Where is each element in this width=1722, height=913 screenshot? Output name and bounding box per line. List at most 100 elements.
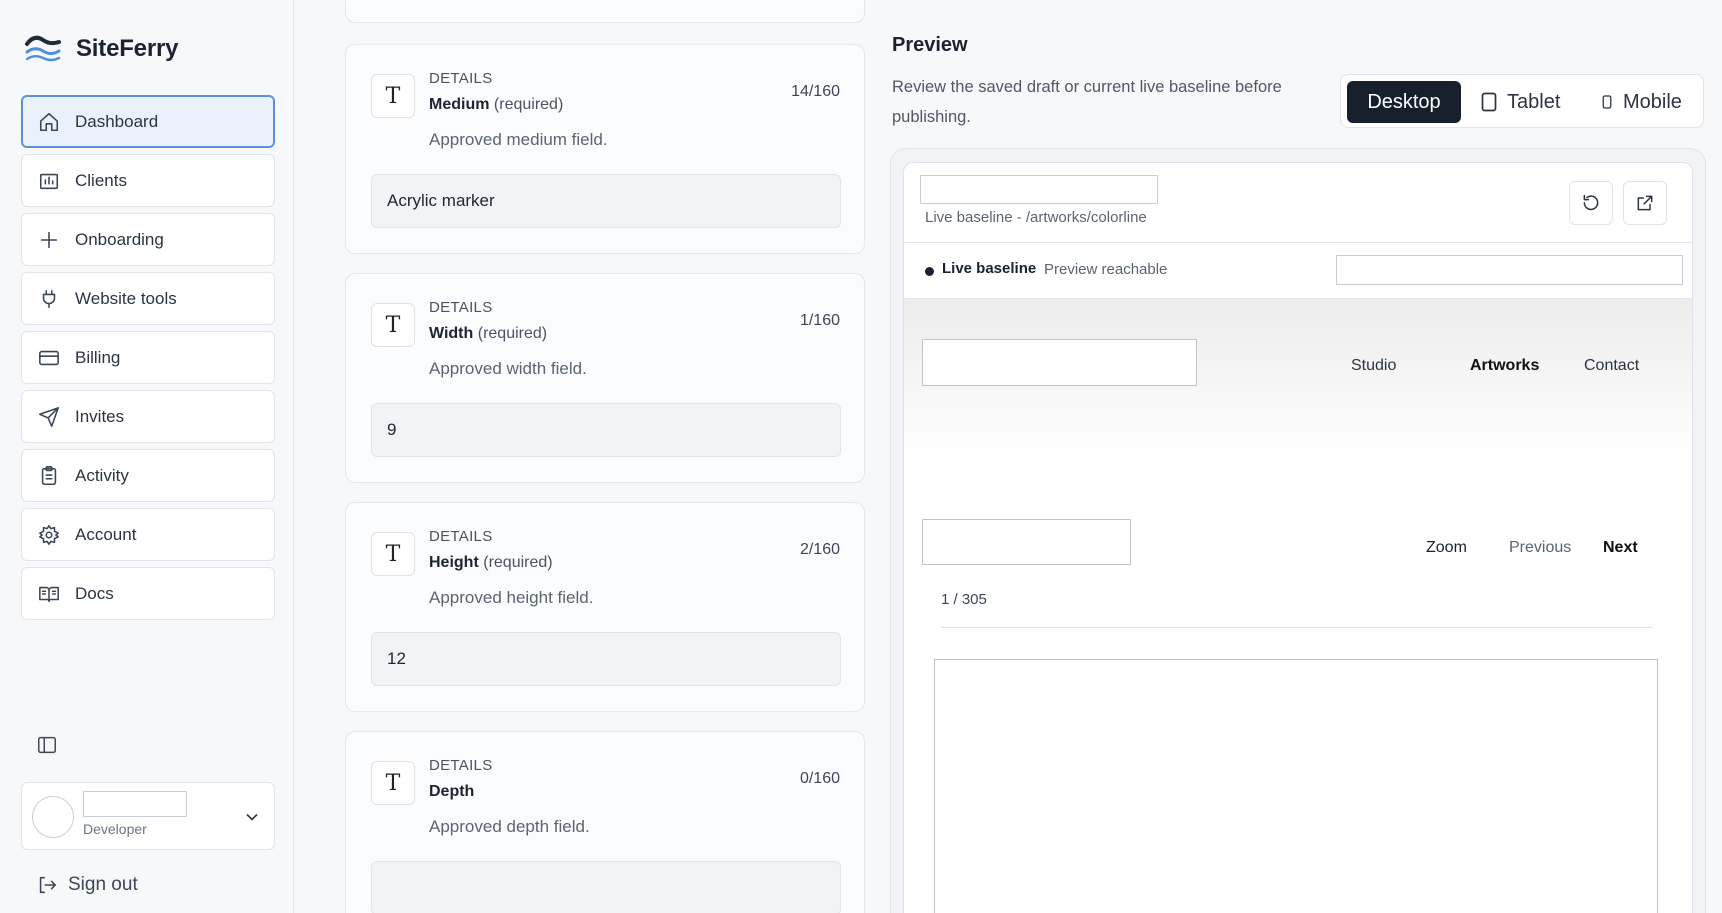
field-label: Height (required): [429, 554, 553, 572]
artwork-image-placeholder: [934, 659, 1658, 913]
site-nav-studio[interactable]: Studio: [1351, 357, 1396, 375]
sidebar-item-activity[interactable]: Activity: [21, 449, 275, 502]
refresh-button[interactable]: [1569, 181, 1613, 225]
device-desktop-button[interactable]: Desktop: [1347, 81, 1461, 123]
card-icon: [39, 350, 59, 365]
field-description: Approved depth field.: [429, 817, 590, 836]
gear-icon: [39, 524, 59, 545]
home-icon: [39, 112, 59, 131]
brand-name: SiteFerry: [76, 35, 179, 62]
device-tablet-label: Tablet: [1507, 90, 1561, 113]
mobile-icon: [1602, 95, 1612, 109]
text-type-icon: T: [371, 74, 415, 118]
tablet-icon: [1481, 92, 1497, 112]
sidebar-item-onboarding[interactable]: Onboarding: [21, 213, 275, 266]
sign-out-label: Sign out: [68, 874, 138, 895]
field-card-width: T DETAILS Width (required) 1/160 Approve…: [345, 273, 865, 483]
site-title-placeholder: [922, 519, 1131, 565]
field-label: Depth: [429, 783, 474, 801]
sidebar: SiteFerry Dashboard Clients Onboarding W…: [0, 0, 294, 913]
user-role: Developer: [83, 821, 147, 837]
char-count: 1/160: [799, 312, 840, 329]
sidebar-item-label: Billing: [75, 347, 121, 367]
sidebar-item-docs[interactable]: Docs: [21, 567, 275, 620]
device-tablet-button[interactable]: Tablet: [1481, 81, 1581, 123]
depth-input[interactable]: [371, 861, 841, 913]
device-desktop-label: Desktop: [1367, 90, 1441, 113]
plus-icon: [40, 231, 58, 248]
wave-icon: [25, 35, 61, 62]
site-nav-contact[interactable]: Contact: [1584, 357, 1639, 375]
text-type-icon: T: [371, 761, 415, 805]
medium-input[interactable]: Acrylic marker: [371, 174, 841, 228]
sidebar-item-clients[interactable]: Clients: [21, 154, 275, 207]
user-name-placeholder: [83, 791, 187, 817]
field-label: Medium (required): [429, 96, 563, 114]
sidebar-nav: Dashboard Clients Onboarding Website too…: [21, 95, 275, 626]
status-detail: Preview reachable: [1044, 261, 1168, 278]
preview-window: Live baseline - /artworks/colorline Live…: [903, 162, 1693, 913]
device-toggle: Desktop Tablet Mobile: [1340, 74, 1704, 128]
field-name: Width: [429, 325, 474, 342]
sidebar-item-label: Invites: [75, 406, 125, 426]
char-count: 2/160: [799, 541, 840, 558]
sign-out-button[interactable]: Sign out: [36, 874, 138, 896]
sidebar-item-label: Dashboard: [75, 111, 159, 131]
field-name: Depth: [429, 783, 475, 800]
width-input[interactable]: 9: [371, 403, 841, 457]
field-card-height: T DETAILS Height (required) 2/160 Approv…: [345, 502, 865, 712]
plug-icon: [42, 289, 56, 308]
logout-icon: [39, 876, 57, 894]
preview-description: Review the saved draft or current live b…: [892, 78, 1282, 126]
field-card-previous: [345, 0, 865, 23]
open-external-button[interactable]: [1623, 181, 1667, 225]
image-counter: 1 / 305: [941, 591, 987, 608]
book-icon: [39, 586, 59, 602]
sidebar-item-label: Clients: [75, 170, 127, 190]
sidebar-item-dashboard[interactable]: Dashboard: [21, 95, 275, 148]
field-description: Approved width field.: [429, 359, 587, 378]
chart-icon: [39, 173, 59, 189]
field-name: Medium: [429, 96, 490, 113]
avatar: [32, 796, 74, 838]
sidebar-item-label: Onboarding: [75, 229, 164, 249]
sidebar-toggle-icon: [38, 736, 56, 754]
sidebar-item-website-tools[interactable]: Website tools: [21, 272, 275, 325]
status-dot: [925, 267, 934, 276]
field-section: DETAILS: [429, 757, 493, 774]
site-logo-placeholder: [922, 339, 1197, 386]
field-card-medium: T DETAILS Medium (required) 14/160 Appro…: [345, 44, 865, 254]
brand[interactable]: SiteFerry: [24, 30, 178, 68]
device-mobile-button[interactable]: Mobile: [1601, 81, 1701, 123]
field-section: DETAILS: [429, 528, 493, 545]
device-mobile-label: Mobile: [1623, 90, 1682, 113]
sidebar-item-label: Account: [75, 524, 137, 544]
clipboard-icon: [41, 465, 57, 485]
preview-path: Live baseline - /artworks/colorline: [925, 209, 1147, 226]
site-nav-artworks[interactable]: Artworks: [1470, 357, 1539, 375]
zoom-button[interactable]: Zoom: [1426, 539, 1467, 557]
external-link-icon: [1637, 195, 1653, 211]
sidebar-toggle-button[interactable]: [36, 734, 60, 758]
text-type-icon: T: [371, 303, 415, 347]
char-count: 14/160: [791, 83, 840, 100]
height-input[interactable]: 12: [371, 632, 841, 686]
sidebar-item-account[interactable]: Account: [21, 508, 275, 561]
send-icon: [39, 406, 59, 427]
status-placeholder: [1336, 255, 1683, 285]
preview-status-bar: Live baseline Preview reachable: [904, 243, 1692, 299]
preview-url-placeholder: [920, 175, 1158, 204]
previous-button[interactable]: Previous: [1509, 539, 1571, 557]
sidebar-item-invites[interactable]: Invites: [21, 390, 275, 443]
user-menu[interactable]: Developer: [21, 782, 275, 850]
sidebar-item-billing[interactable]: Billing: [21, 331, 275, 384]
sidebar-item-label: Activity: [75, 465, 129, 485]
next-button[interactable]: Next: [1603, 539, 1638, 557]
preview-title: Preview: [892, 34, 968, 56]
divider: [941, 627, 1653, 628]
sidebar-item-label: Docs: [75, 583, 114, 603]
text-type-icon: T: [371, 532, 415, 576]
field-required: (required): [493, 96, 564, 113]
field-required: (required): [477, 325, 548, 342]
status-label: Live baseline: [942, 260, 1037, 277]
